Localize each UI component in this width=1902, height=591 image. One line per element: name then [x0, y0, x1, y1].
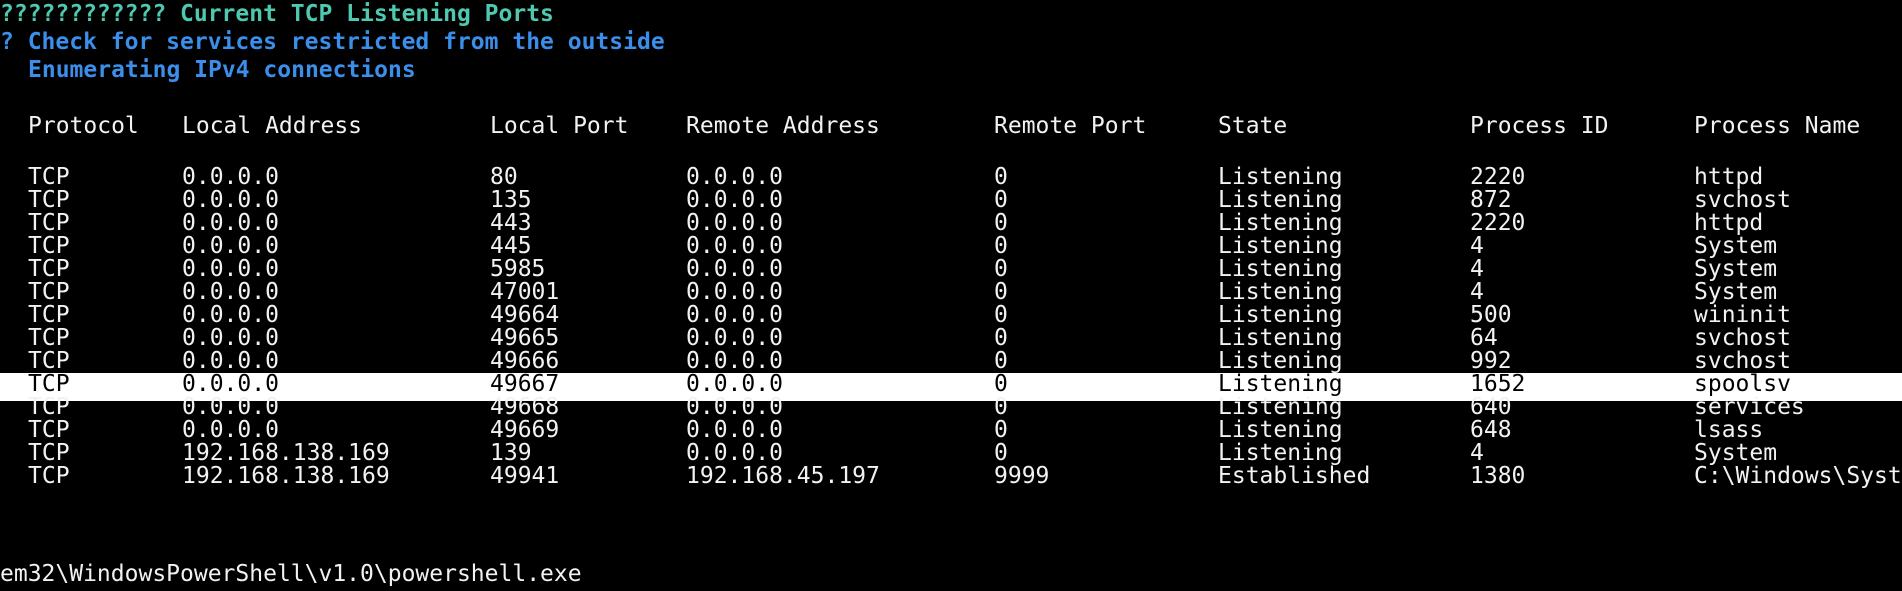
cell-state: Established: [1218, 463, 1371, 489]
cell-protocol: TCP: [28, 463, 70, 489]
cell-local-port: 49941: [490, 463, 560, 489]
column-header-remote-port: Remote Port: [994, 113, 1147, 139]
column-header-remote-address: Remote Address: [686, 113, 880, 139]
check-subtitle: ? Check for services restricted from the…: [0, 29, 665, 55]
column-header-state: State: [1218, 113, 1288, 139]
column-header-process-id: Process ID: [1470, 113, 1609, 139]
section-title: ???????????? Current TCP Listening Ports: [0, 1, 554, 27]
table-row[interactable]: TCP 192.168.138.169 49941 192.168.45.197 999…: [0, 463, 1902, 493]
table-header: Protocol Local Address Local Port Remote…: [0, 112, 1902, 140]
cell-remote-address: 192.168.45.197: [686, 463, 880, 489]
cell-process-id: 1380: [1470, 463, 1526, 489]
wrapped-path-line: em32\WindowsPowerShell\v1.0\powershell.e…: [0, 561, 582, 587]
column-header-local-address: Local Address: [182, 113, 363, 139]
enumerating-line: Enumerating IPv4 connections: [28, 57, 416, 83]
column-header-local-port: Local Port: [490, 113, 629, 139]
column-header-process-name: Process Name: [1694, 113, 1861, 139]
column-header-protocol: Protocol: [28, 113, 139, 139]
cell-local-address: 192.168.138.169: [182, 463, 390, 489]
cell-process-name: C:\Windows\Syst: [1694, 463, 1902, 489]
cell-remote-port: 9999: [994, 463, 1050, 489]
